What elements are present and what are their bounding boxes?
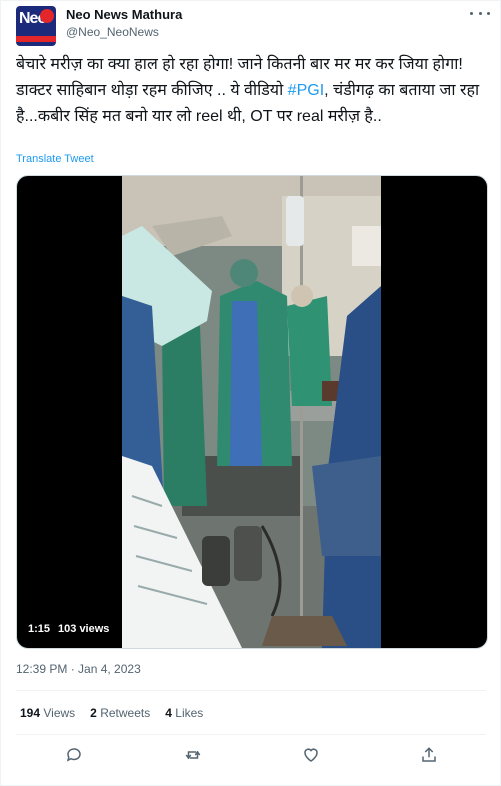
- account-handle[interactable]: @Neo_NeoNews: [66, 25, 159, 39]
- avatar[interactable]: Neo: [16, 6, 56, 46]
- tweet-timestamp[interactable]: 12:39 PM · Jan 4, 2023: [16, 662, 141, 676]
- video-thumbnail: [122, 176, 381, 648]
- tweet-actions: [0, 744, 501, 768]
- video-views: 103 views: [58, 623, 110, 635]
- retweets-count: 2: [90, 706, 97, 720]
- divider: [16, 734, 486, 735]
- divider: [16, 690, 486, 691]
- views-label: Views: [43, 706, 76, 720]
- likes-count: 4: [165, 706, 172, 720]
- like-icon[interactable]: [300, 744, 322, 766]
- likes-label: Likes: [175, 706, 204, 720]
- video-frame: [122, 176, 381, 648]
- account-name[interactable]: Neo News Mathura: [66, 7, 182, 22]
- retweet-icon[interactable]: [182, 744, 204, 766]
- video-duration: 1:15: [28, 623, 51, 635]
- tweet-stats: 194 Views 2 Retweets 4 Likes: [20, 706, 218, 720]
- retweets-label: Retweets: [100, 706, 151, 720]
- translate-tweet-link[interactable]: Translate Tweet: [16, 153, 94, 165]
- more-options-icon[interactable]: [470, 6, 490, 20]
- reply-icon[interactable]: [63, 744, 85, 766]
- share-icon[interactable]: [418, 744, 440, 766]
- hashtag-link[interactable]: #PGI: [288, 82, 324, 99]
- views-count: 194: [20, 706, 41, 720]
- views-stat[interactable]: 194 Views: [20, 706, 75, 720]
- video-info-badge: 1:15 103 views: [28, 623, 117, 635]
- logo-badge: [40, 9, 54, 23]
- video-player[interactable]: 1:15 103 views: [16, 175, 488, 649]
- tweet-text: बेचारे मरीज़ का क्या हाल हो रहा होगा! जा…: [16, 52, 488, 130]
- logo-strip: [16, 36, 56, 42]
- likes-stat[interactable]: 4 Likes: [165, 706, 203, 720]
- retweets-stat[interactable]: 2 Retweets: [90, 706, 150, 720]
